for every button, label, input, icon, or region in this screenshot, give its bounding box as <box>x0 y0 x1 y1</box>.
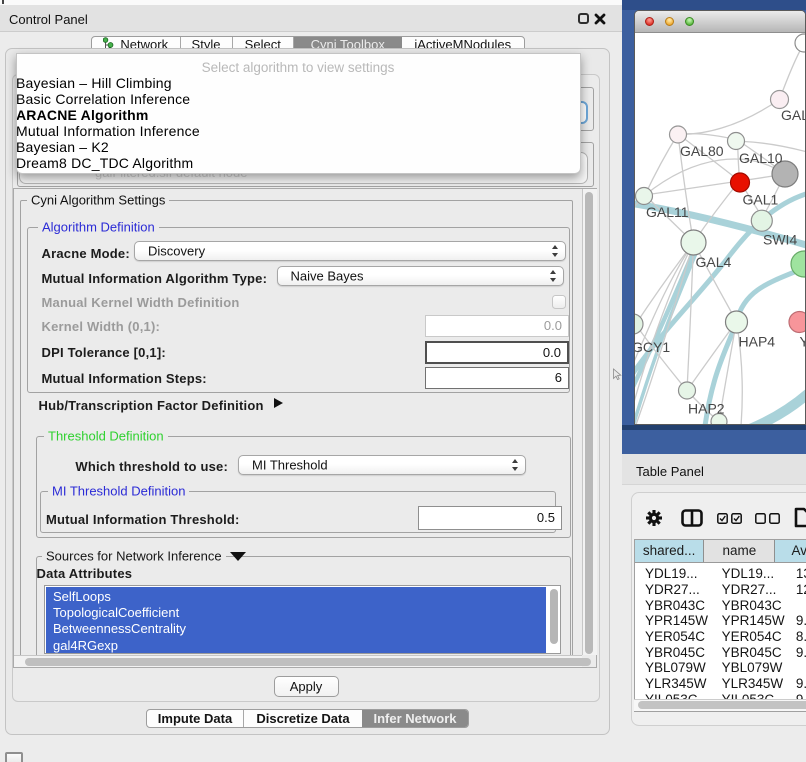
svg-text:Y: Y <box>800 334 806 350</box>
svg-text:GAL1: GAL1 <box>743 192 779 208</box>
svg-text:GAL11: GAL11 <box>646 204 689 220</box>
svg-text:SWI4: SWI4 <box>763 232 797 248</box>
svg-text:GAL10: GAL10 <box>739 150 783 166</box>
svg-text:HAP4: HAP4 <box>739 334 776 350</box>
svg-text:GAL80: GAL80 <box>680 143 724 159</box>
svg-text:GAL2: GAL2 <box>781 107 806 123</box>
svg-text:HAP2: HAP2 <box>688 401 725 417</box>
svg-text:GCY1: GCY1 <box>635 339 670 355</box>
svg-text:GAL4: GAL4 <box>696 254 732 270</box>
